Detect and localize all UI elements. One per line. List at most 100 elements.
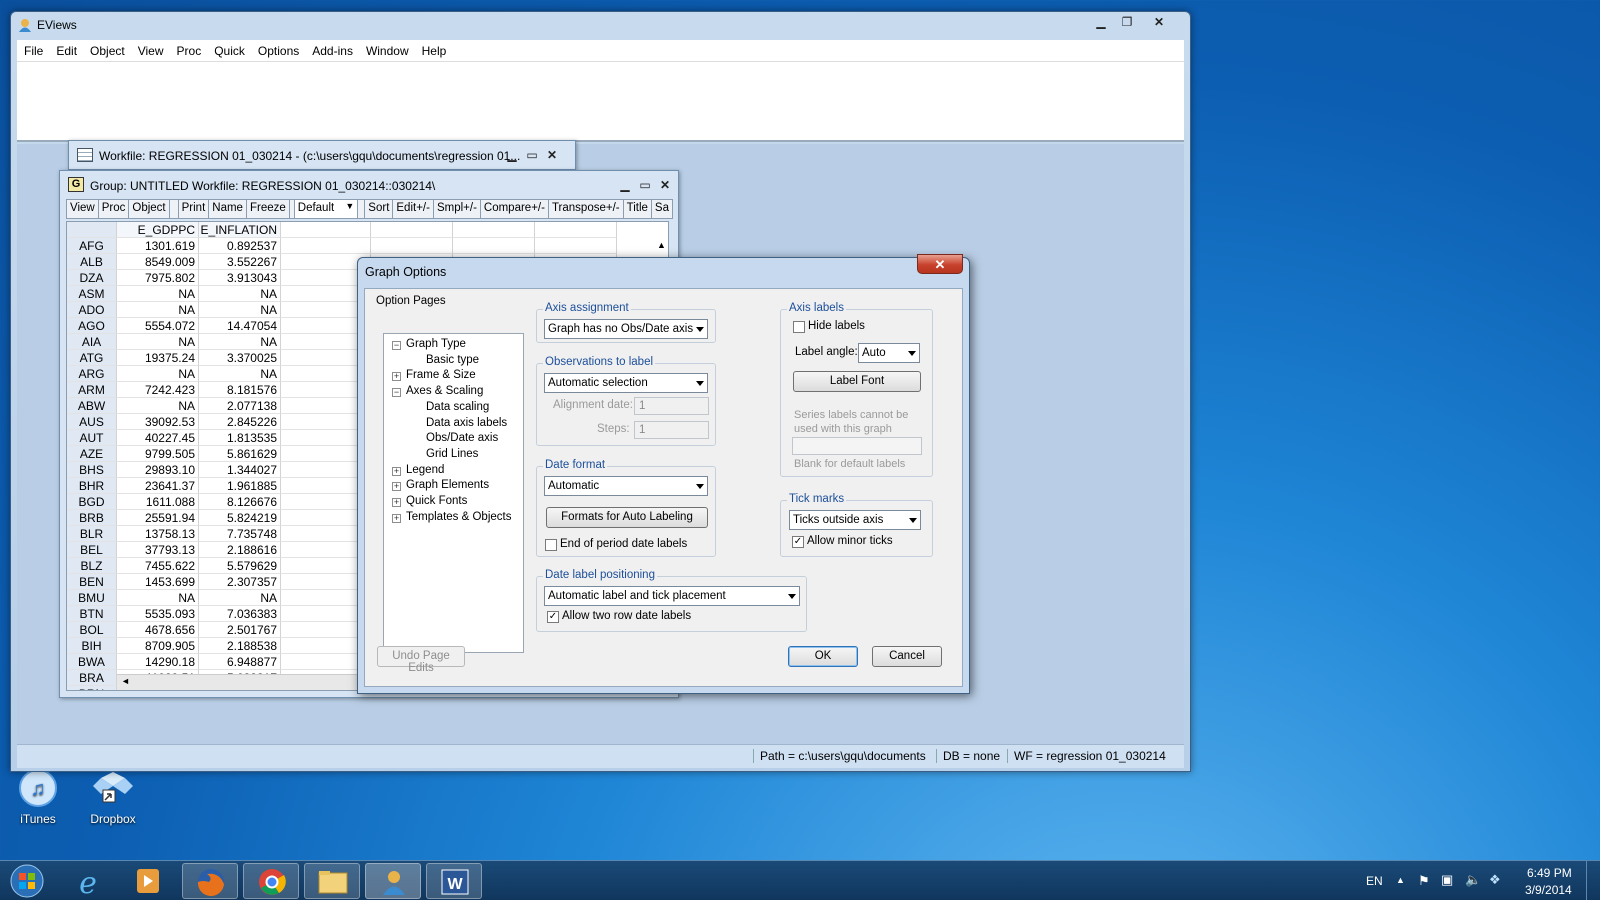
group-close-button[interactable]: ✕ — [656, 177, 674, 194]
table-cell[interactable]: 2.188538 — [199, 638, 281, 654]
tree-item[interactable]: Frame & Size — [406, 369, 476, 381]
collapse-icon[interactable]: − — [392, 388, 401, 398]
steps-field[interactable]: 1 — [634, 421, 709, 439]
show-desktop-button[interactable] — [1586, 861, 1600, 900]
ok-button[interactable]: OK — [788, 646, 858, 667]
expand-icon[interactable]: + — [392, 498, 401, 507]
table-cell[interactable]: 1301.619 — [117, 238, 199, 254]
table-cell[interactable]: 7.036383 — [199, 606, 281, 622]
menu-view[interactable]: View — [131, 40, 170, 58]
table-cell[interactable]: 5.861629 — [199, 446, 281, 462]
table-cell[interactable]: 8549.009 — [117, 254, 199, 270]
table-cell[interactable]: NA — [117, 286, 199, 302]
table-cell[interactable]: NA — [199, 286, 281, 302]
menu-help[interactable]: Help — [415, 40, 453, 58]
scroll-up-icon[interactable]: ▲ — [657, 240, 666, 250]
row-header-cell[interactable]: BWA — [67, 654, 117, 670]
row-header-cell[interactable]: ABW — [67, 398, 117, 414]
table-cell[interactable]: 19375.24 — [117, 350, 199, 366]
row-header-cell[interactable]: BOL — [67, 622, 117, 638]
workfile-maximize-button[interactable]: ▭ — [523, 147, 541, 164]
table-cell[interactable]: 2.501767 — [199, 622, 281, 638]
desktop-icon-itunes[interactable]: ♫ iTunes — [3, 768, 73, 826]
table-cell[interactable]: 1611.088 — [117, 494, 199, 510]
table-cell[interactable]: 2.845226 — [199, 414, 281, 430]
table-cell[interactable]: 8.126676 — [199, 494, 281, 510]
toolbar-proc-button[interactable]: Proc — [99, 200, 130, 218]
date-format-select[interactable]: Automatic — [544, 476, 708, 496]
row-header-cell[interactable]: BRB — [67, 510, 117, 526]
row-header-cell[interactable]: BEL — [67, 542, 117, 558]
group-minimize-button[interactable]: ▁ — [616, 177, 634, 194]
column-header[interactable]: E_GDPPC — [117, 222, 199, 238]
tree-item[interactable]: Grid Lines — [426, 448, 478, 460]
toolbar-transpose-button[interactable]: Transpose+/- — [549, 200, 624, 218]
table-cell[interactable]: 5535.093 — [117, 606, 199, 622]
workfile-close-button[interactable]: ✕ — [543, 147, 561, 164]
table-cell[interactable]: 1.813535 — [199, 430, 281, 446]
empty-cell[interactable] — [371, 238, 453, 254]
menu-file[interactable]: File — [17, 40, 49, 58]
table-cell[interactable]: 6.948877 — [199, 654, 281, 670]
row-header-cell[interactable]: ALB — [67, 254, 117, 270]
row-header-cell[interactable]: BRN — [67, 686, 117, 690]
row-header-cell[interactable]: BRA — [67, 670, 117, 686]
taskbar-firefox[interactable] — [182, 863, 238, 899]
table-cell[interactable]: 13758.13 — [117, 526, 199, 542]
table-cell[interactable]: NA — [117, 334, 199, 350]
table-cell[interactable]: 23641.37 — [117, 478, 199, 494]
table-cell[interactable]: 7975.802 — [117, 270, 199, 286]
table-cell[interactable]: 9799.505 — [117, 446, 199, 462]
label-font-button[interactable]: Label Font — [793, 371, 921, 392]
taskbar-eviews[interactable] — [365, 863, 421, 899]
toolbar-print-button[interactable]: Print — [177, 200, 210, 218]
two-row-date-labels-checkbox[interactable]: ✓ — [547, 611, 559, 623]
show-hidden-icons[interactable]: ▲ — [1396, 875, 1405, 885]
taskbar-media-player[interactable] — [120, 863, 176, 899]
dialog-close-button[interactable]: ✕ — [917, 254, 963, 274]
tree-item[interactable]: Obs/Date axis — [426, 432, 498, 444]
collapse-icon[interactable]: − — [392, 341, 401, 350]
table-cell[interactable]: NA — [117, 302, 199, 318]
clock-date[interactable]: 3/9/2014 — [1525, 883, 1572, 897]
row-header-cell[interactable]: ARG — [67, 366, 117, 382]
table-cell[interactable]: 25591.94 — [117, 510, 199, 526]
table-cell[interactable]: 3.552267 — [199, 254, 281, 270]
row-header-cell[interactable]: BHS — [67, 462, 117, 478]
table-cell[interactable]: 7.735748 — [199, 526, 281, 542]
table-cell[interactable]: 8.181576 — [199, 382, 281, 398]
desktop-icon-dropbox[interactable]: Dropbox — [78, 768, 148, 826]
table-cell[interactable]: 14290.18 — [117, 654, 199, 670]
toolbar-freeze-button[interactable]: Freeze — [247, 200, 290, 218]
alignment-date-field[interactable]: 1 — [634, 397, 709, 415]
menu-window[interactable]: Window — [359, 40, 415, 58]
table-cell[interactable]: 37793.13 — [117, 542, 199, 558]
menu-options[interactable]: Options — [251, 40, 305, 58]
expand-icon[interactable]: + — [392, 466, 401, 476]
tree-item[interactable]: Graph Type — [406, 338, 466, 350]
group-maximize-button[interactable]: ▭ — [636, 177, 654, 194]
expand-icon[interactable]: + — [392, 372, 401, 382]
row-header-cell[interactable]: BMU — [67, 590, 117, 606]
toolbar-title-button[interactable]: Title — [624, 200, 652, 218]
tree-item[interactable]: Data axis labels — [426, 417, 507, 429]
taskbar-chrome[interactable] — [243, 863, 299, 899]
taskbar-word[interactable]: W — [426, 863, 482, 899]
table-cell[interactable]: NA — [199, 366, 281, 382]
row-header-cell[interactable]: AIA — [67, 334, 117, 350]
row-header-cell[interactable]: AUT — [67, 430, 117, 446]
start-button[interactable] — [4, 863, 50, 899]
empty-cell[interactable] — [453, 238, 535, 254]
row-header-cell[interactable]: BLR — [67, 526, 117, 542]
taskbar-explorer[interactable] — [304, 863, 360, 899]
menu-add-ins[interactable]: Add-ins — [305, 40, 359, 58]
row-header-cell[interactable]: AGO — [67, 318, 117, 334]
option-pages-tree[interactable]: − Graph Type Basic type + Frame & Size − Axes … — [383, 333, 524, 653]
tree-item[interactable]: Templates & Objects — [406, 511, 511, 523]
table-cell[interactable]: NA — [199, 590, 281, 606]
table-cell[interactable]: 5554.072 — [117, 318, 199, 334]
end-of-period-checkbox[interactable] — [545, 539, 557, 551]
empty-cell[interactable] — [281, 238, 371, 254]
clock-time[interactable]: 6:49 PM — [1527, 866, 1572, 880]
observations-select[interactable]: Automatic selection — [544, 373, 708, 393]
